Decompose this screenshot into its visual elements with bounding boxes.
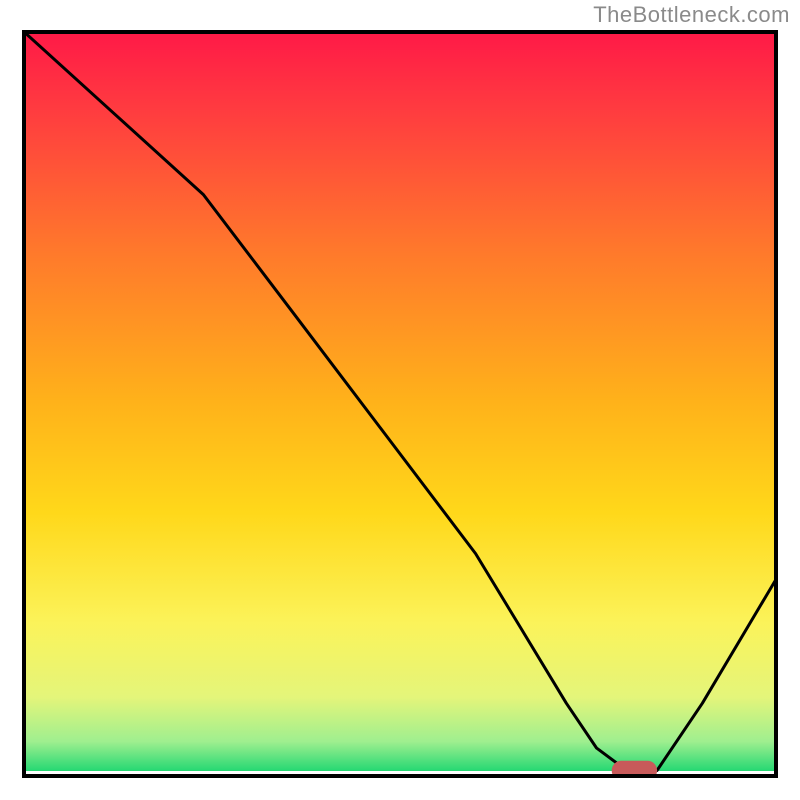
bottleneck-plot xyxy=(22,30,778,778)
gradient-background xyxy=(25,33,775,771)
chart-svg xyxy=(22,30,778,778)
watermark-text: TheBottleneck.com xyxy=(593,2,790,28)
chart-container: TheBottleneck.com xyxy=(0,0,800,800)
